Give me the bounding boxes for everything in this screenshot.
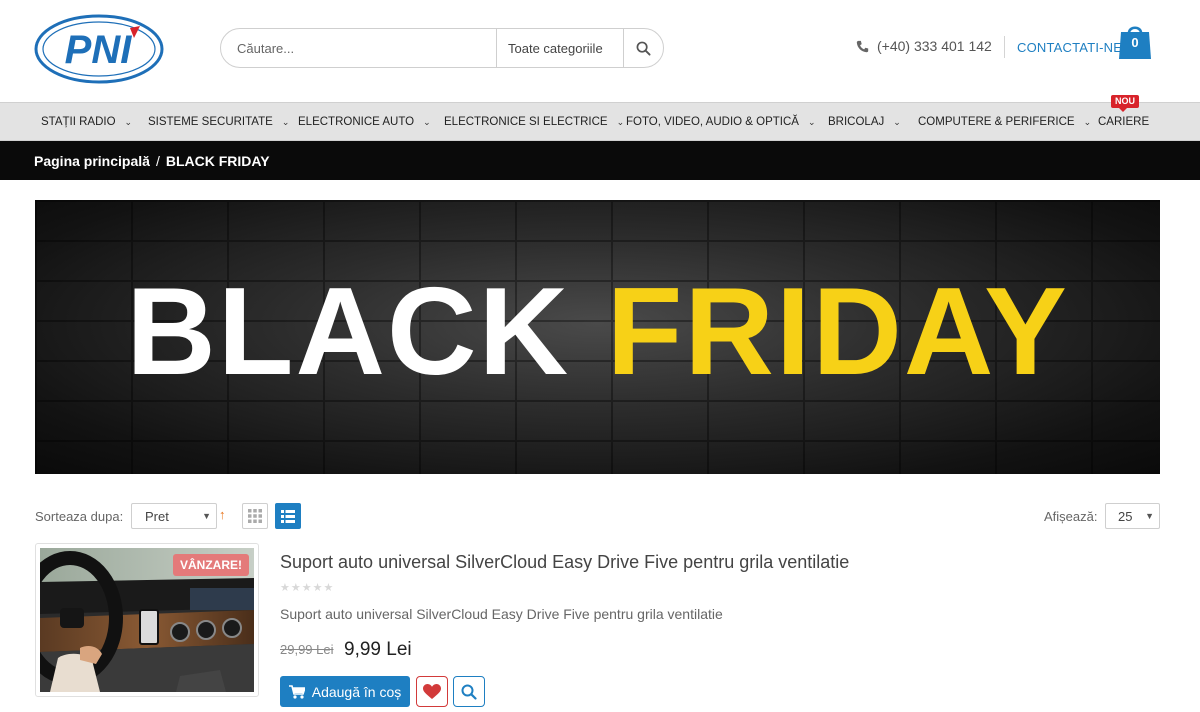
caret-down-icon: ▼ — [1145, 511, 1154, 521]
nav-item-foto-video-audio[interactable]: FOTO, VIDEO, AUDIO & OPTICĂ ⌄ — [626, 103, 816, 141]
sort-label: Sorteaza dupa: — [35, 509, 124, 524]
phone-number: (+40) 333 401 142 — [856, 38, 992, 54]
search-icon — [461, 684, 477, 700]
search-bar: Toate categoriile — [220, 28, 664, 68]
site-header: PNI Toate categoriile (+40) 333 401 142 … — [0, 0, 1200, 102]
caret-down-icon: ▼ — [202, 511, 211, 521]
star-icon: ★ — [280, 582, 291, 594]
banner-word-friday: FRIDAY — [606, 263, 1069, 401]
search-button[interactable] — [624, 29, 663, 67]
grid-view-button[interactable] — [242, 503, 268, 529]
nav-item-label: BRICOLAJ — [828, 116, 885, 128]
chevron-down-icon: ⌄ — [423, 116, 431, 127]
chevron-down-icon: ⌄ — [124, 116, 133, 127]
heart-icon — [423, 683, 441, 699]
svg-text:PNI: PNI — [65, 28, 133, 72]
nav-item-electronice-auto[interactable]: ELECTRONICE AUTO ⌄ — [298, 103, 431, 141]
breadcrumb-separator: / — [155, 152, 160, 169]
rating-stars: ★★★★★ — [280, 581, 334, 594]
breadcrumb-current: BLACK FRIDAY — [165, 152, 270, 169]
search-icon — [636, 41, 651, 56]
grid-icon — [248, 509, 262, 523]
chevron-down-icon: ⌄ — [616, 116, 625, 127]
nav-item-label: STAȚII RADIO — [41, 116, 116, 128]
sale-badge: VÂNZARE! — [173, 554, 249, 576]
banner-headline: BLACK FRIDAY — [35, 270, 1160, 394]
nav-item-label: ELECTRONICE SI ELECTRICE — [444, 116, 608, 128]
cart-icon — [288, 684, 305, 699]
sale-price: 9,99 Lei — [344, 639, 412, 660]
nav-item-label: COMPUTERE & PERIFERICE — [918, 116, 1075, 128]
pni-logo[interactable]: PNI — [34, 14, 164, 84]
list-icon — [281, 509, 295, 523]
nav-item-computere-periferice[interactable]: COMPUTERE & PERIFERICE ⌄ — [918, 103, 1091, 141]
add-to-cart-button[interactable]: Adaugă în coș — [280, 676, 410, 707]
search-input[interactable] — [221, 29, 496, 67]
per-page-select[interactable]: 25 ▼ — [1105, 503, 1160, 529]
breadcrumb: Pagina principală / BLACK FRIDAY — [0, 141, 1200, 180]
quick-view-button[interactable] — [453, 676, 485, 707]
product-description: Suport auto universal SilverCloud Easy D… — [280, 606, 723, 622]
star-icon: ★ — [301, 582, 313, 594]
add-to-cart-label: Adaugă în coș — [311, 683, 402, 700]
product-title-link[interactable]: Suport auto universal SilverCloud Easy D… — [280, 552, 849, 573]
nav-item-statii-radio[interactable]: STAȚII RADIO ⌄ — [41, 103, 132, 141]
main-nav: STAȚII RADIO ⌄ SISTEME SECURITATE ⌄ ELECTR… — [0, 102, 1200, 141]
sort-select-value: Pret — [145, 508, 169, 524]
nav-item-label: ELECTRONICE AUTO — [298, 116, 415, 128]
chevron-down-icon: ⌄ — [807, 116, 816, 127]
nav-item-bricolaj[interactable]: BRICOLAJ ⌄ — [828, 103, 901, 141]
sort-direction-toggle[interactable]: ↑ — [219, 507, 226, 522]
black-friday-banner[interactable]: BLACK FRIDAY — [35, 200, 1160, 474]
wishlist-button[interactable] — [416, 676, 448, 707]
star-icon: ★ — [312, 582, 324, 594]
contact-link[interactable]: CONTACTATI-NE — [1017, 40, 1122, 55]
nav-item-label: CARIERE — [1098, 116, 1150, 128]
cart-count: 0 — [1131, 35, 1139, 50]
category-select-label: Toate categoriile — [508, 40, 603, 56]
chevron-down-icon: ⌄ — [893, 116, 901, 127]
list-view-button[interactable] — [275, 503, 301, 529]
cart-button[interactable]: 0 — [1118, 22, 1152, 60]
nav-item-label: FOTO, VIDEO, AUDIO & OPTICĂ — [626, 116, 799, 128]
nav-item-sisteme-securitate[interactable]: SISTEME SECURITATE ⌄ — [148, 103, 289, 141]
per-page-label: Afișează: — [1044, 509, 1098, 524]
old-price: 29,99 Lei — [280, 642, 334, 657]
category-select[interactable]: Toate categoriile — [496, 29, 624, 67]
phone-text: (+40) 333 401 142 — [877, 38, 992, 54]
star-icon: ★ — [290, 582, 302, 594]
sort-select[interactable]: Pret ▼ — [131, 503, 217, 529]
chevron-down-icon: ⌄ — [281, 116, 290, 127]
star-icon: ★ — [323, 582, 335, 594]
phone-icon — [856, 40, 869, 52]
chevron-down-icon: ⌄ — [1083, 116, 1092, 127]
breadcrumb-home-link[interactable]: Pagina principală — [34, 153, 150, 169]
nav-item-electronice-si-electrice[interactable]: ELECTRONICE SI ELECTRICE ⌄ — [444, 103, 624, 141]
nav-item-label: SISTEME SECURITATE — [148, 116, 273, 128]
per-page-value: 25 — [1118, 508, 1133, 524]
banner-word-black: BLACK — [126, 263, 571, 401]
new-badge: NOU — [1111, 95, 1139, 112]
header-divider — [1004, 36, 1005, 58]
